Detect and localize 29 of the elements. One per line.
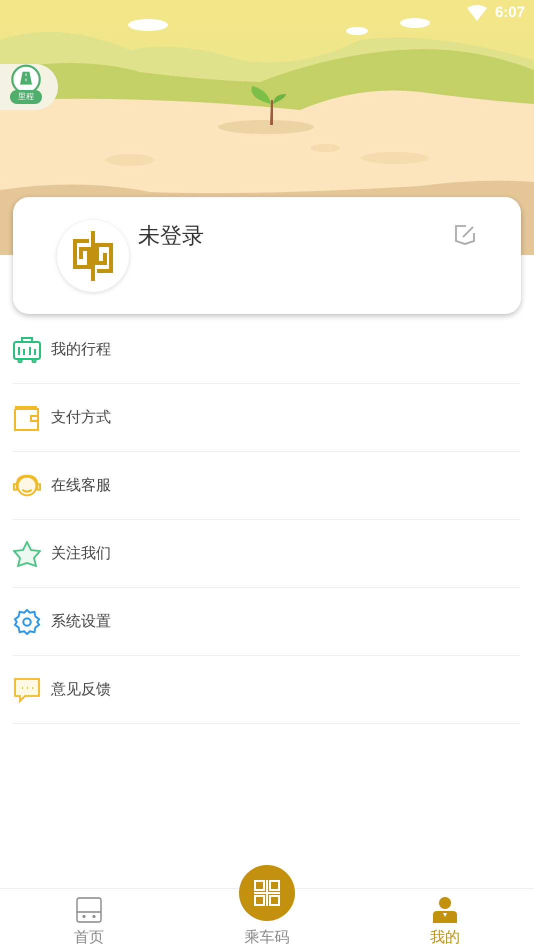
login-status[interactable]: 未登录 — [138, 221, 204, 251]
logo-icon — [71, 229, 115, 283]
edit-icon[interactable] — [453, 223, 477, 247]
star-icon — [13, 540, 41, 566]
menu-label: 支付方式 — [51, 408, 111, 427]
menu-item[interactable]: 支付方式 — [13, 384, 520, 452]
message-icon — [13, 676, 41, 702]
menu-item[interactable]: 我的行程 — [13, 316, 520, 384]
headset-icon — [13, 472, 41, 498]
wallet-icon — [13, 404, 41, 430]
luggage-icon — [13, 336, 41, 362]
settings-icon — [13, 608, 41, 634]
menu-item[interactable]: 系统设置 — [13, 588, 520, 656]
person-icon — [432, 897, 458, 923]
menu-item[interactable]: 关注我们 — [13, 520, 520, 588]
wifi-icon — [466, 4, 487, 20]
menu-item[interactable]: 在线客服 — [13, 452, 520, 520]
menu-label: 关注我们 — [51, 544, 111, 563]
mileage-label: 里程 — [10, 90, 42, 104]
menu-label: 系统设置 — [51, 612, 111, 631]
nav-tab[interactable]: 乘车码 — [178, 864, 356, 949]
avatar[interactable] — [57, 220, 129, 292]
status-time: 6:07 — [494, 4, 525, 21]
nav-tab[interactable]: 首页 — [0, 889, 178, 949]
menu-label: 在线客服 — [51, 476, 111, 495]
bus-icon — [76, 897, 102, 923]
menu-item[interactable]: 意见反馈 — [13, 656, 520, 724]
menu-label: 意见反馈 — [51, 680, 111, 699]
menu-label: 我的行程 — [51, 340, 111, 359]
